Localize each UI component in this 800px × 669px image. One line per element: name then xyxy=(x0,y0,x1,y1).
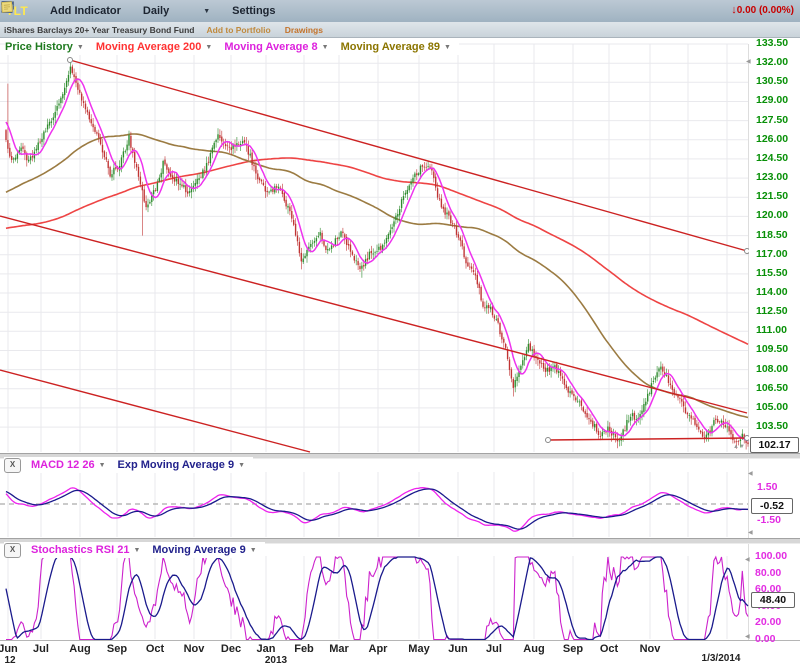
month-axis-label: Jul xyxy=(486,643,502,655)
chevron-down-icon[interactable]: ▼ xyxy=(77,44,84,51)
add-indicator-button[interactable]: Add Indicator xyxy=(50,5,121,17)
stoch-indicator[interactable]: Stochastics RSI 21 xyxy=(31,544,129,556)
month-axis-label: Nov xyxy=(640,643,661,655)
price-axis-label: 121.50 xyxy=(756,190,788,202)
chart-canvas[interactable] xyxy=(0,0,800,669)
price-change-readout: ↓0.00 (0.00%) xyxy=(731,4,794,16)
scroll-arrow-icon[interactable]: ▲▼ xyxy=(733,444,745,450)
change-text: 0.00 (0.00%) xyxy=(737,5,794,16)
fund-name-label: iShares Barclays 20+ Year Treasury Bond … xyxy=(4,25,194,35)
price-axis-label: 129.00 xyxy=(756,94,788,106)
month-axis-label: Dec xyxy=(221,643,241,655)
ma200-indicator[interactable]: Moving Average 200 xyxy=(96,41,202,53)
end-date-label: 1/3/2014 xyxy=(702,653,741,664)
note-icon[interactable] xyxy=(407,4,421,18)
price-axis-label: 133.50 xyxy=(756,37,788,49)
stoch-axis-label: 80.00 xyxy=(755,567,781,579)
period-dropdown-arrow-icon[interactable]: ▼ xyxy=(203,8,210,15)
last-price-box: 102.17 xyxy=(750,437,799,453)
year-axis-label: 2013 xyxy=(265,655,287,666)
price-axis-label: 108.00 xyxy=(756,363,788,375)
twitter-icon[interactable] xyxy=(338,4,352,18)
price-pane-header: Price History▼ Moving Average 200▼ Movin… xyxy=(5,39,459,55)
chevron-down-icon[interactable]: ▼ xyxy=(238,462,245,469)
year-axis-label: 12 xyxy=(4,655,15,666)
price-axis-label: 124.50 xyxy=(756,152,788,164)
month-axis-label: Jan xyxy=(257,643,276,655)
price-axis-label: 127.50 xyxy=(756,114,788,126)
stoch-pane-header: X Stochastics RSI 21 ▼ Moving Average 9 ▼ xyxy=(4,542,265,558)
price-axis-label: 105.00 xyxy=(756,401,788,413)
price-axis-label: 115.50 xyxy=(756,267,788,279)
chevron-down-icon[interactable]: ▼ xyxy=(250,547,257,554)
price-axis-label: 126.00 xyxy=(756,133,788,145)
close-stoch-button[interactable]: X xyxy=(4,543,21,558)
month-axis-label: Sep xyxy=(563,643,583,655)
period-dropdown[interactable]: Daily xyxy=(143,5,169,17)
drawings-link[interactable]: Drawings xyxy=(285,25,323,35)
month-axis-label: Oct xyxy=(600,643,618,655)
price-axis-label: 132.00 xyxy=(756,56,788,68)
month-axis-label: Oct xyxy=(146,643,164,655)
price-axis-label: 130.50 xyxy=(756,75,788,87)
scroll-arrow-icon[interactable]: ◀ xyxy=(748,529,753,536)
month-axis-label: Jul xyxy=(33,643,49,655)
facebook-icon[interactable]: f xyxy=(361,4,375,18)
month-axis-label: Jun xyxy=(0,643,18,655)
cube-icon[interactable] xyxy=(315,4,329,18)
macd-pane-header: X MACD 12 26▼ Exp Moving Average 9▼ xyxy=(4,457,253,473)
price-axis-label: 103.50 xyxy=(756,420,788,432)
price-axis-label: 112.50 xyxy=(756,305,788,317)
macd-axis-label: 1.50 xyxy=(757,481,777,493)
macd-signal-indicator[interactable]: Exp Moving Average 9 xyxy=(118,459,235,471)
month-axis-label: Aug xyxy=(69,643,90,655)
month-axis-label: Nov xyxy=(184,643,205,655)
month-axis-label: Feb xyxy=(294,643,314,655)
price-axis-label: 123.00 xyxy=(756,171,788,183)
scroll-arrow-icon[interactable]: ◀ xyxy=(746,58,751,65)
add-to-portfolio-link[interactable]: Add to Portfolio xyxy=(206,25,270,35)
stoch-value-box: 48.40 xyxy=(751,592,795,608)
month-axis-label: May xyxy=(408,643,429,655)
stoch-ma-indicator[interactable]: Moving Average 9 xyxy=(152,544,245,556)
scroll-arrow-icon[interactable]: ◀ xyxy=(745,556,750,563)
ma89-indicator[interactable]: Moving Average 89 xyxy=(341,41,440,53)
main-toolbar: TLT Add Indicator Daily ▼ Settings f ↓0.… xyxy=(0,0,800,22)
month-axis-label: Mar xyxy=(329,643,349,655)
chevron-down-icon[interactable]: ▼ xyxy=(322,44,329,51)
month-axis-label: Sep xyxy=(107,643,127,655)
toolbar-icons: f xyxy=(292,4,421,18)
month-axis-label: Apr xyxy=(369,643,388,655)
price-axis-label: 117.00 xyxy=(756,248,788,260)
price-axis-label: 120.00 xyxy=(756,209,788,221)
charting-app: { "toolbar": { "symbol": "TLT", "add_ind… xyxy=(0,0,800,669)
alarm-icon[interactable] xyxy=(292,4,306,18)
close-macd-button[interactable]: X xyxy=(4,458,21,473)
price-axis-label: 109.50 xyxy=(756,343,788,355)
stoch-axis-label: 20.00 xyxy=(755,616,781,628)
camera-icon[interactable] xyxy=(384,4,398,18)
month-axis-label: Aug xyxy=(523,643,544,655)
macd-indicator[interactable]: MACD 12 26 xyxy=(31,459,95,471)
ma8-indicator[interactable]: Moving Average 8 xyxy=(224,41,317,53)
symbol-info-bar: iShares Barclays 20+ Year Treasury Bond … xyxy=(0,22,800,38)
chevron-down-icon[interactable]: ▼ xyxy=(99,462,106,469)
macd-value-box: -0.52 xyxy=(751,498,793,514)
scroll-arrow-icon[interactable]: ◀ xyxy=(745,633,750,640)
chevron-down-icon[interactable]: ▼ xyxy=(205,44,212,51)
chevron-down-icon[interactable]: ▼ xyxy=(444,44,451,51)
price-axis-label: 106.50 xyxy=(756,382,788,394)
month-axis-label: Jun xyxy=(448,643,468,655)
chevron-down-icon[interactable]: ▼ xyxy=(133,547,140,554)
settings-button[interactable]: Settings xyxy=(232,5,275,17)
price-axis-label: 111.00 xyxy=(756,324,787,336)
macd-axis-label: -1.50 xyxy=(757,514,781,526)
price-axis-label: 114.00 xyxy=(756,286,788,298)
scroll-arrow-icon[interactable]: ◀ xyxy=(748,470,753,477)
price-axis-label: 118.50 xyxy=(756,229,788,241)
stoch-axis-label: 0.00 xyxy=(755,633,775,645)
price-history-indicator[interactable]: Price History xyxy=(5,41,73,53)
stoch-axis-label: 100.00 xyxy=(755,550,787,562)
